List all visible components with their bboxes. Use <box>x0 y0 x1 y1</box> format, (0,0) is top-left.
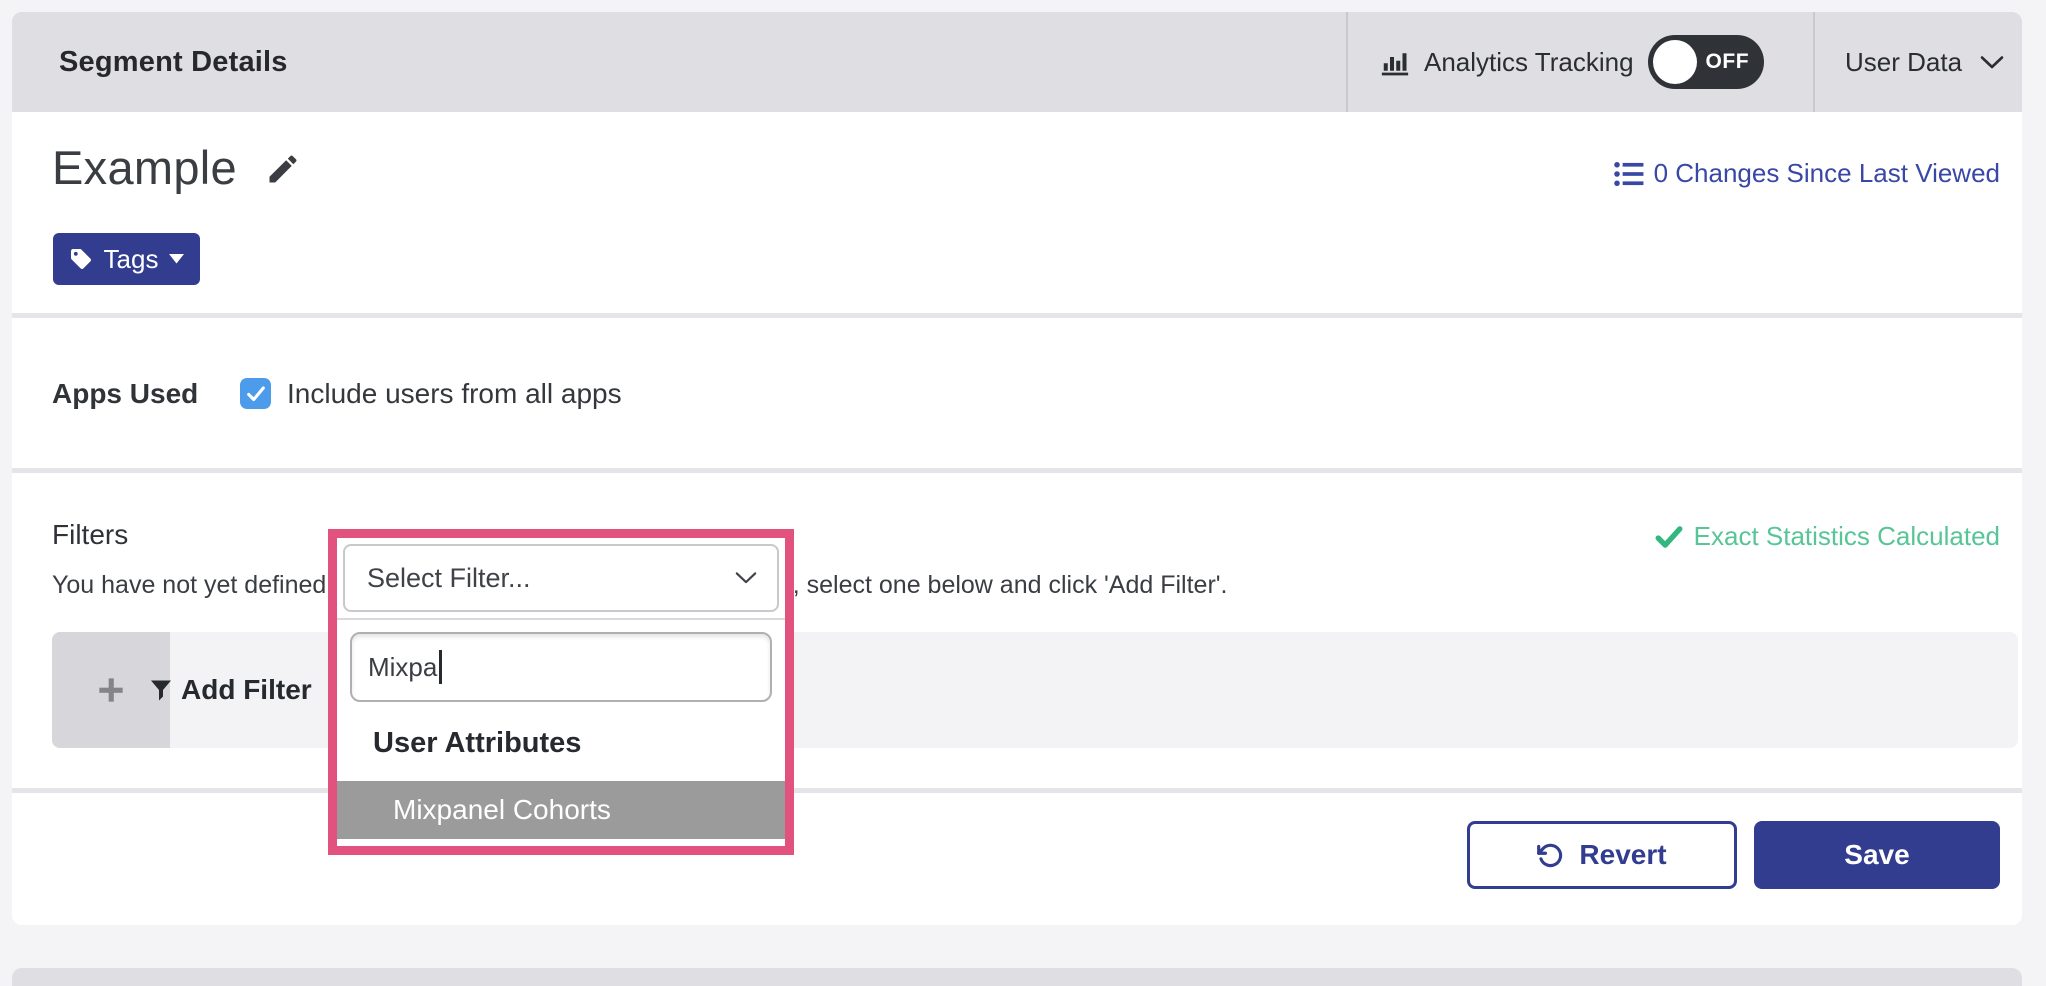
header-divider <box>1346 12 1348 112</box>
add-filter-button-label: Add Filter <box>181 674 312 706</box>
save-button-label: Save <box>1844 839 1909 871</box>
list-icon <box>1614 161 1644 187</box>
filter-option-mixpanel-cohorts[interactable]: Mixpanel Cohorts <box>337 781 785 839</box>
chevron-down-icon <box>1980 55 2004 70</box>
filter-select-value: Select Filter... <box>367 563 531 594</box>
user-data-dropdown[interactable]: User Data <box>1845 12 2004 112</box>
changes-since-last-viewed-link[interactable]: 0 Changes Since Last Viewed <box>1614 158 2000 189</box>
filter-search-value: Mixpa <box>368 652 437 683</box>
highlight-box: Select Filter... Mixpa User Attributes M… <box>328 529 794 855</box>
segment-name: Example <box>52 140 237 195</box>
user-data-label: User Data <box>1845 47 1962 78</box>
analytics-tracking-control: Analytics Tracking OFF <box>1380 12 1764 112</box>
tags-button-label: Tags <box>104 244 159 275</box>
changes-link-label: 0 Changes Since Last Viewed <box>1654 158 2000 189</box>
filters-heading: Filters <box>52 519 128 551</box>
plus-icon <box>97 676 125 704</box>
check-icon <box>1655 525 1683 549</box>
bar-chart-icon <box>1380 47 1410 77</box>
section-divider <box>12 313 2022 318</box>
chevron-down-icon <box>735 571 757 585</box>
tags-button[interactable]: Tags <box>53 233 200 285</box>
option-group-header: User Attributes <box>373 727 785 760</box>
checkbox-check-icon <box>245 383 267 405</box>
page-header: Segment Details Analytics Tracking OFF U… <box>12 12 2022 112</box>
page-title: Segment Details <box>59 12 288 112</box>
revert-button[interactable]: Revert <box>1467 821 1737 889</box>
analytics-tracking-toggle[interactable]: OFF <box>1648 35 1764 89</box>
segment-details-screen: Segment Details Analytics Tracking OFF U… <box>0 0 2046 986</box>
analytics-tracking-label: Analytics Tracking <box>1424 47 1634 78</box>
save-button[interactable]: Save <box>1754 821 2000 889</box>
section-divider <box>12 468 2022 473</box>
include-all-apps-label: Include users from all apps <box>287 378 622 410</box>
filter-select[interactable]: Select Filter... <box>343 544 779 612</box>
apps-used-label: Apps Used <box>52 378 198 410</box>
caret-down-icon <box>169 254 184 264</box>
undo-icon <box>1537 842 1564 869</box>
exact-statistics-status: Exact Statistics Calculated <box>1655 521 2000 552</box>
toggle-knob <box>1653 40 1697 84</box>
text-cursor <box>439 650 442 684</box>
revert-button-label: Revert <box>1579 839 1666 871</box>
filter-search-input[interactable]: Mixpa <box>350 632 772 702</box>
segment-title-row: Example <box>52 140 303 195</box>
section-divider <box>12 788 2022 793</box>
segment-details-card: Example 0 Changes Since Last Viewed <box>12 112 2022 925</box>
add-filter-button[interactable]: Add Filter <box>150 632 312 748</box>
next-section-header-peek <box>12 968 2022 986</box>
tag-icon <box>69 247 93 271</box>
include-all-apps-checkbox[interactable] <box>240 378 271 409</box>
toggle-state-label: OFF <box>1706 35 1750 89</box>
filter-icon <box>150 679 172 702</box>
header-divider <box>1813 12 1815 112</box>
filter-select-panel: Mixpa User Attributes Mixpanel Cohorts <box>337 618 785 839</box>
exact-statistics-label: Exact Statistics Calculated <box>1694 521 2000 552</box>
pencil-icon[interactable] <box>265 149 303 187</box>
